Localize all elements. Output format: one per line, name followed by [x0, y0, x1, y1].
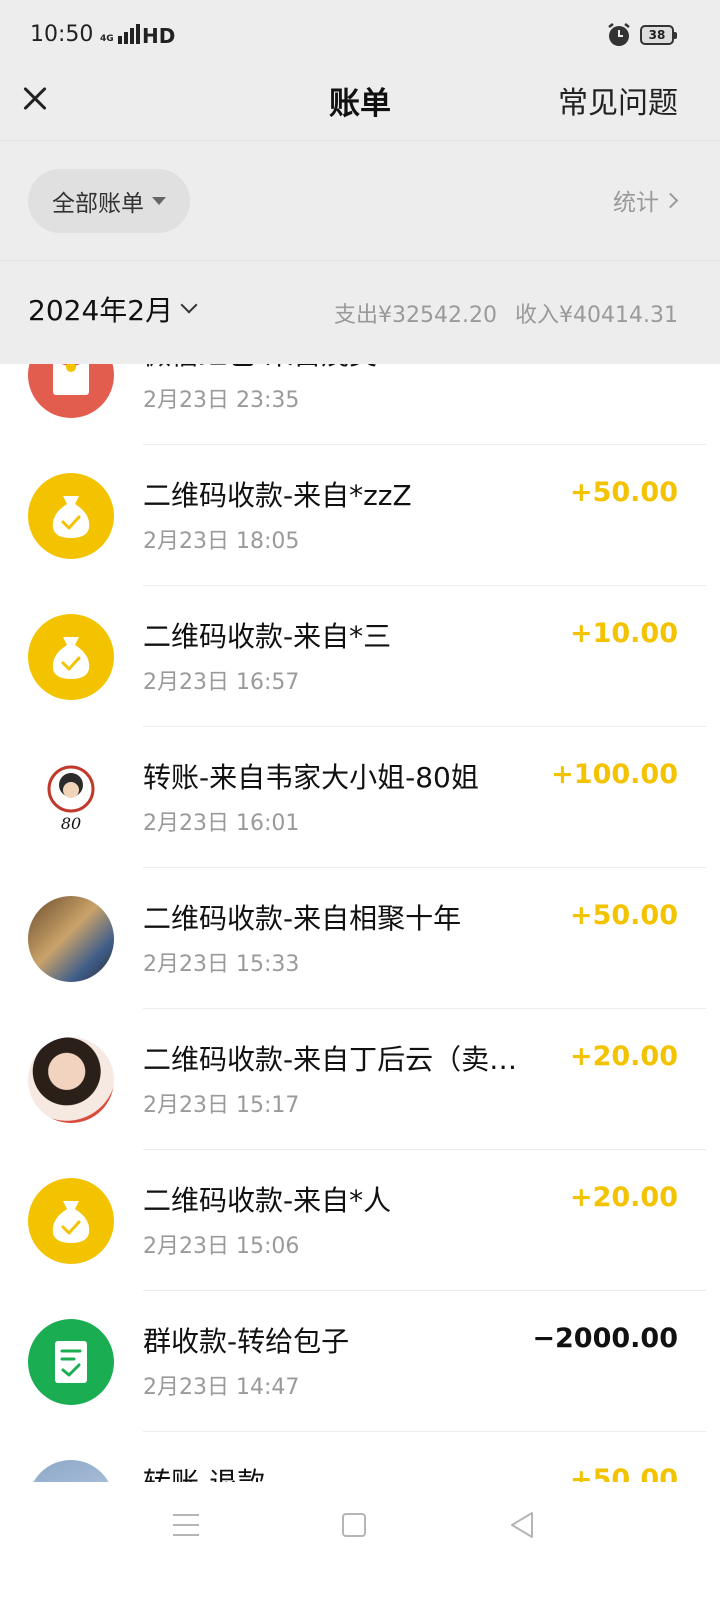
status-time: 10:50	[30, 22, 94, 47]
transaction-time: 2月23日 15:33	[143, 952, 300, 977]
transaction-time: 2月23日 14:47	[143, 1375, 300, 1400]
transaction-list[interactable]: 微信红包-来自茂美 2月23日 23:35 +30.00 二维码收款-来自*zzZ 2月…	[0, 364, 720, 1482]
transaction-item[interactable]: 80 转账-来自韦家大小姐-80姐 2月23日 16:01 +100.00	[0, 727, 720, 868]
expense-total: 支出¥32542.20	[334, 303, 498, 328]
transaction-amount: +20.00	[569, 1182, 678, 1213]
transaction-title: 微信红包-来自茂美	[143, 364, 377, 373]
red-packet-icon	[28, 364, 114, 418]
transaction-item[interactable]: 微信红包-来自茂美 2月23日 23:35 +30.00	[0, 364, 720, 445]
transaction-amount: +50.00	[569, 477, 678, 508]
transaction-time: 2月23日 15:17	[143, 1093, 300, 1118]
transaction-amount: +50.00	[569, 900, 678, 931]
svg-text:80: 80	[61, 814, 81, 833]
home-icon[interactable]	[342, 1513, 366, 1537]
money-bag-icon	[28, 473, 114, 559]
transaction-time: 2月23日 16:57	[143, 670, 300, 695]
transaction-item[interactable]: 二维码收款-来自*人 2月23日 15:06 +20.00	[0, 1150, 720, 1291]
transaction-title: 二维码收款-来自*zzZ	[143, 479, 412, 512]
transaction-amount: +10.00	[569, 618, 678, 649]
alarm-icon	[608, 23, 630, 46]
avatar	[28, 896, 114, 982]
month-summary: 支出¥32542.20 收入¥40414.31	[334, 297, 678, 329]
money-bag-icon	[28, 614, 114, 700]
avatar: 80	[28, 755, 114, 841]
transaction-item[interactable]: 二维码收款-来自*zzZ 2月23日 18:05 +50.00	[0, 445, 720, 586]
stats-label: 统计	[613, 190, 659, 216]
transaction-amount: +20.00	[569, 1041, 678, 1072]
header-area: 10:50 4G HD 38 账单 常见问题 全部账单 统计 2024年2月 支…	[0, 0, 720, 364]
battery-icon: 38	[640, 25, 677, 45]
transaction-title: 二维码收款-来自丁后云（卖…	[143, 1043, 518, 1076]
money-bag-icon	[28, 1178, 114, 1264]
bill-type-label: 全部账单	[52, 191, 144, 217]
transaction-amount: +30.00	[570, 364, 678, 367]
caret-down-icon	[152, 197, 166, 205]
transaction-time: 2月23日 15:06	[143, 1234, 300, 1259]
menu-icon[interactable]	[173, 1514, 199, 1536]
back-icon[interactable]	[508, 1510, 536, 1540]
bill-type-filter[interactable]: 全部账单	[28, 169, 190, 233]
chevron-down-icon	[180, 296, 198, 314]
group-collect-icon	[28, 1319, 114, 1405]
transaction-title: 转账-来自韦家大小姐-80姐	[143, 761, 479, 794]
transaction-item[interactable]: 群收款-转给包子 2月23日 14:47 −2000.00	[0, 1291, 720, 1432]
avatar	[28, 1037, 114, 1123]
faq-link[interactable]: 常见问题	[558, 78, 678, 122]
transaction-time: 2月23日 23:35	[143, 388, 300, 413]
transaction-title: 二维码收款-来自相聚十年	[143, 902, 462, 935]
transaction-time: 2月23日 18:05	[143, 529, 300, 554]
transaction-title: 二维码收款-来自*三	[143, 620, 392, 653]
avatar	[28, 1460, 114, 1482]
transaction-time: 2月23日 16:01	[143, 811, 300, 836]
month-selector[interactable]: 2024年2月	[28, 289, 198, 329]
transaction-amount: +100.00	[551, 759, 678, 790]
status-bar: 10:50 4G HD 38	[0, 0, 720, 70]
transaction-item[interactable]: 二维码收款-来自丁后云（卖… 2月23日 15:17 +20.00	[0, 1009, 720, 1150]
stats-link[interactable]: 统计	[613, 183, 679, 217]
signal-icon: 4G	[100, 24, 140, 44]
transaction-item[interactable]: 二维码收款-来自相聚十年 2月23日 15:33 +50.00	[0, 868, 720, 1009]
transaction-amount: −2000.00	[532, 1323, 678, 1354]
transaction-title: 二维码收款-来自*人	[143, 1184, 392, 1217]
transaction-title: 转账-退款	[143, 1461, 265, 1482]
transaction-amount: +50.00	[569, 1464, 678, 1482]
chevron-right-icon	[662, 192, 679, 208]
transaction-item[interactable]: 转账-退款 +50.00	[0, 1432, 720, 1482]
hd-indicator: HD	[142, 24, 176, 48]
income-total: 收入¥40414.31	[515, 303, 678, 328]
nav-bar: 账单 常见问题	[0, 70, 720, 140]
transaction-title: 群收款-转给包子	[143, 1325, 350, 1358]
system-nav-bar	[0, 1482, 720, 1600]
close-icon[interactable]	[18, 80, 54, 116]
month-label: 2024年2月	[28, 294, 174, 327]
filter-row: 全部账单 统计	[0, 140, 720, 260]
month-row: 2024年2月 支出¥32542.20 收入¥40414.31	[0, 260, 720, 364]
transaction-item[interactable]: 二维码收款-来自*三 2月23日 16:57 +10.00	[0, 586, 720, 727]
